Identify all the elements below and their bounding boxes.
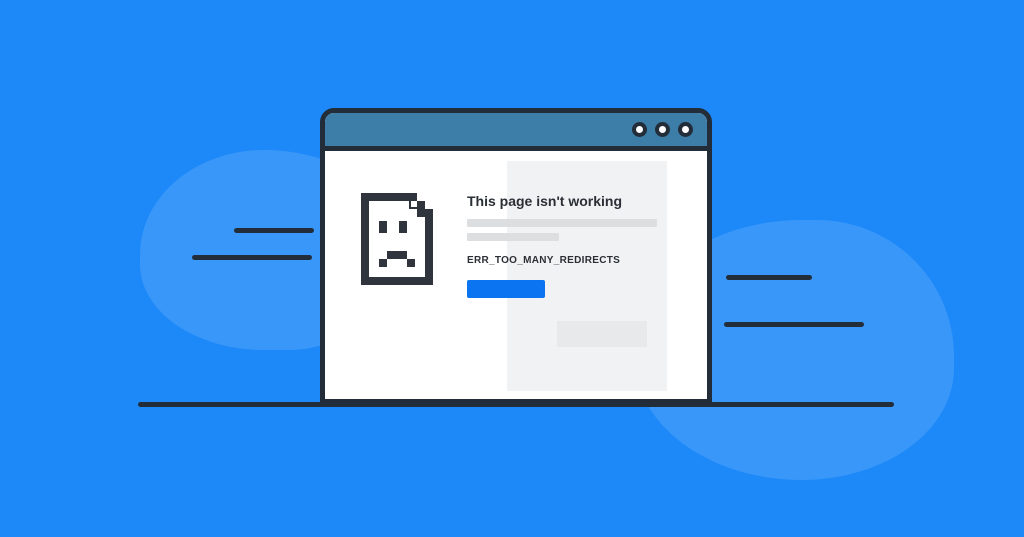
window-button-icon[interactable] — [678, 122, 693, 137]
ghost-page — [557, 321, 647, 347]
decorative-line — [726, 275, 812, 280]
error-code: ERR_TOO_MANY_REDIRECTS — [467, 255, 687, 266]
error-content: This page isn't working ERR_TOO_MANY_RED… — [361, 193, 687, 298]
error-text: This page isn't working ERR_TOO_MANY_RED… — [467, 193, 687, 298]
browser-titlebar — [325, 113, 707, 151]
decorative-line — [234, 228, 314, 233]
placeholder-line — [467, 233, 559, 241]
window-button-icon[interactable] — [655, 122, 670, 137]
placeholder-line — [467, 219, 657, 227]
sad-document-icon — [361, 193, 441, 285]
decorative-line — [724, 322, 864, 327]
browser-window: This page isn't working ERR_TOO_MANY_RED… — [320, 108, 712, 404]
reload-button[interactable] — [467, 280, 545, 298]
browser-viewport: This page isn't working ERR_TOO_MANY_RED… — [325, 151, 707, 399]
ground-line — [138, 402, 894, 407]
error-heading: This page isn't working — [467, 193, 687, 209]
decorative-line — [192, 255, 312, 260]
window-button-icon[interactable] — [632, 122, 647, 137]
